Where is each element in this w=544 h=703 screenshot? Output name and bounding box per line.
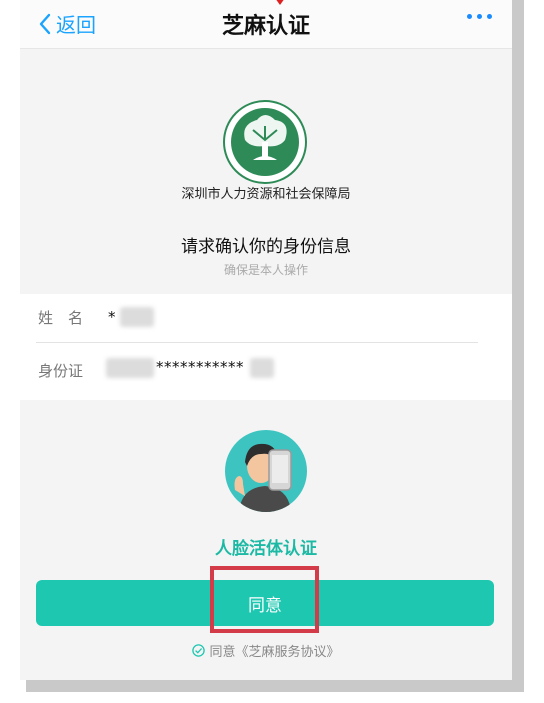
agreement-link[interactable]: 同意《芝麻服务协议》 — [20, 641, 512, 660]
id-redaction-left — [106, 358, 154, 378]
confirm-subtitle: 确保是本人操作 — [223, 263, 308, 277]
name-redaction — [120, 307, 154, 327]
organization-logo — [223, 100, 307, 184]
nav-bar: 返回 芝麻认证 — [20, 0, 512, 49]
name-label: 姓 名 — [38, 309, 84, 327]
id-value: *********** — [156, 358, 244, 376]
red-marker — [275, 0, 285, 5]
phone-screen: 返回 芝麻认证 深圳市人力资源和社会保障局 请求确认你的身份信息 确保是本人操作… — [20, 0, 512, 680]
frame-shadow-bottom — [26, 680, 524, 692]
id-redaction-right — [250, 358, 274, 378]
page-title: 芝麻认证 — [221, 14, 310, 39]
face-avatar-icon — [225, 430, 307, 512]
id-label: 身份证 — [38, 362, 84, 380]
organization-name: 深圳市人力资源和社会保障局 — [181, 187, 351, 202]
row-divider — [36, 342, 478, 343]
check-circle-icon — [192, 644, 206, 657]
identity-card: 姓 名 * 身份证 *********** — [20, 294, 512, 400]
name-value: * — [108, 308, 116, 326]
confirm-title: 请求确认你的身份信息 — [181, 237, 351, 257]
highlight-box — [210, 566, 319, 633]
face-verify-title: 人脸活体认证 — [215, 539, 317, 559]
agreement-text: 同意《芝麻服务协议》 — [209, 645, 340, 660]
more-menu-icon[interactable] — [467, 14, 492, 19]
